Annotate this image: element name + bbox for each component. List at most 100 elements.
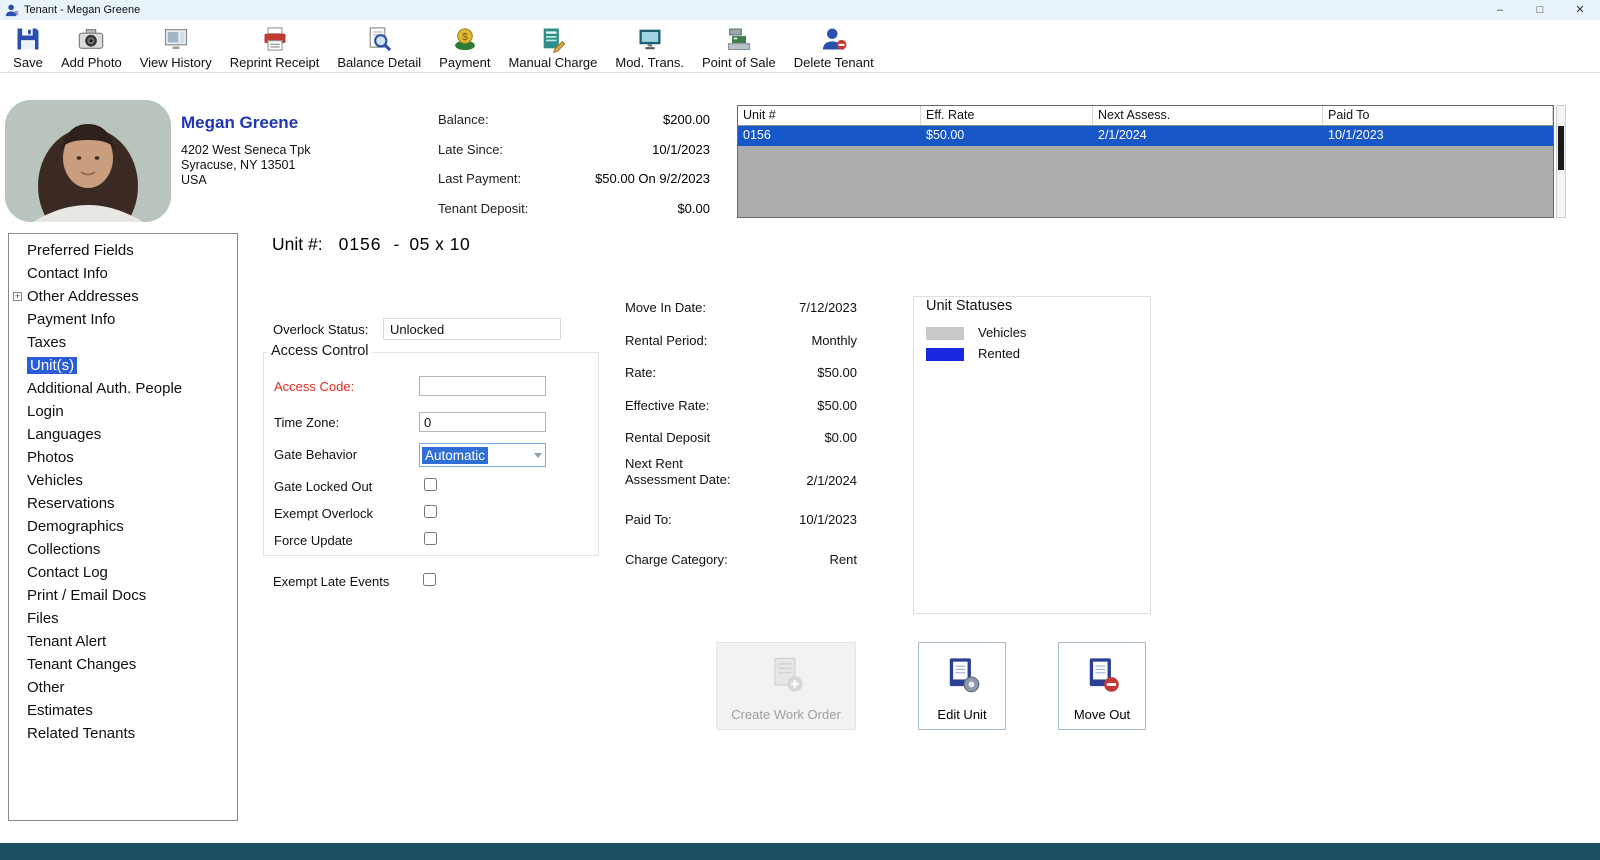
toolbar-save-label: Save	[13, 55, 43, 70]
chevron-down-icon[interactable]	[530, 452, 545, 458]
sidebar-item-vehicles[interactable]: Vehicles	[9, 469, 237, 492]
toolbar-delete-tenant-label: Delete Tenant	[793, 55, 874, 70]
late-since-label: Late Since:	[438, 141, 504, 157]
column-unit-number[interactable]: Unit #	[738, 106, 921, 125]
sidebar-item-demographics[interactable]: Demographics	[9, 515, 237, 538]
sidebar-item-contact-log[interactable]: Contact Log	[9, 561, 237, 584]
sidebar-item-estimates[interactable]: Estimates	[9, 699, 237, 722]
minimize-button[interactable]: –	[1480, 0, 1520, 20]
toolbar-payment[interactable]: $ Payment	[430, 23, 499, 71]
toolbar-save[interactable]: Save	[4, 23, 52, 71]
toolbar-balance-detail[interactable]: Balance Detail	[328, 23, 430, 71]
exempt-late-events-checkbox[interactable]	[423, 573, 436, 586]
cell-eff-rate: $50.00	[926, 128, 965, 142]
toolbar-payment-label: Payment	[439, 55, 491, 70]
unit-table-header: Unit # Eff. Rate Next Assess. Paid To	[738, 106, 1553, 126]
expand-icon[interactable]: +	[13, 292, 22, 301]
sidebar-item-label: Other	[27, 679, 65, 696]
toolbar-reprint-receipt-label: Reprint Receipt	[229, 55, 320, 70]
sidebar-item-files[interactable]: Files	[9, 607, 237, 630]
move-out-icon	[1082, 655, 1122, 698]
toolbar-mod-trans-label: Mod. Trans.	[615, 55, 685, 70]
sidebar-item-label: Estimates	[27, 702, 93, 719]
detail-move-in-date: Move In Date: 7/12/2023	[625, 300, 857, 315]
column-paid-to[interactable]: Paid To	[1323, 106, 1553, 125]
time-zone-label: Time Zone:	[274, 415, 340, 430]
app-icon	[5, 3, 19, 17]
edit-unit-button[interactable]: Edit Unit	[918, 642, 1006, 730]
effective-rate-value: $50.00	[817, 398, 857, 413]
sidebar-item-login[interactable]: Login	[9, 400, 237, 423]
scrollbar-thumb[interactable]	[1558, 126, 1564, 170]
toolbar-manual-charge-label: Manual Charge	[508, 55, 598, 70]
detail-rental-period: Rental Period: Monthly	[625, 333, 857, 348]
reprint-receipt-icon	[260, 24, 290, 54]
gate-behavior-select[interactable]: Automatic	[419, 443, 546, 467]
sidebar-item-print-email-docs[interactable]: Print / Email Docs	[9, 584, 237, 607]
maximize-button[interactable]: □	[1520, 0, 1560, 20]
column-eff-rate[interactable]: Eff. Rate	[921, 106, 1093, 125]
toolbar-reprint-receipt[interactable]: Reprint Receipt	[221, 23, 329, 71]
exempt-overlock-checkbox[interactable]	[424, 505, 437, 518]
sidebar-item-units[interactable]: Unit(s)	[9, 354, 237, 377]
sidebar-item-label: Vehicles	[27, 472, 83, 489]
unit-heading: Unit #: 0156-05 x 10	[272, 234, 470, 255]
sidebar-item-related-tenants[interactable]: Related Tenants	[9, 722, 237, 745]
summary-balance: Balance: $200.00	[438, 112, 710, 142]
sidebar-item-label: Preferred Fields	[27, 242, 134, 259]
tenant-deposit-value: $0.00	[677, 200, 710, 216]
cell-unit-number: 0156	[743, 128, 771, 142]
toolbar-point-of-sale[interactable]: Point of Sale	[693, 23, 785, 71]
gate-behavior-label: Gate Behavior	[274, 447, 358, 462]
window-controls: – □ ✕	[1480, 0, 1600, 20]
sidebar-item-taxes[interactable]: Taxes	[9, 331, 237, 354]
sidebar-item-reservations[interactable]: Reservations	[9, 492, 237, 515]
rental-period-value: Monthly	[811, 333, 857, 348]
toolbar-view-history[interactable]: View History	[131, 23, 221, 71]
sidebar-item-collections[interactable]: Collections	[9, 538, 237, 561]
unit-table-row-selected[interactable]: 0156 $50.00 2/1/2024 10/1/2023	[738, 126, 1553, 146]
sidebar-item-payment-info[interactable]: Payment Info	[9, 308, 237, 331]
sidebar-item-other[interactable]: Other	[9, 676, 237, 699]
summary-last-payment: Last Payment: $50.00 On 9/2/2023	[438, 171, 710, 201]
gate-locked-out-checkbox[interactable]	[424, 478, 437, 491]
sidebar-item-tenant-alert[interactable]: Tenant Alert	[9, 630, 237, 653]
close-button[interactable]: ✕	[1560, 0, 1600, 20]
sidebar-item-label: Taxes	[27, 334, 67, 351]
move-in-date-value: 7/12/2023	[799, 300, 857, 315]
sidebar-item-label: Additional Auth. People	[27, 380, 183, 397]
toolbar-manual-charge[interactable]: Manual Charge	[499, 23, 606, 71]
paid-to-label: Paid To:	[625, 512, 672, 527]
tenant-summary: Balance: $200.00 Late Since: 10/1/2023 L…	[438, 112, 710, 230]
create-work-order-button[interactable]: Create Work Order	[716, 642, 856, 730]
toolbar-delete-tenant[interactable]: Delete Tenant	[785, 23, 883, 71]
sidebar-item-label: Tenant Changes	[27, 656, 137, 673]
last-payment-value: $50.00 On 9/2/2023	[595, 171, 710, 186]
move-out-button[interactable]: Move Out	[1058, 642, 1146, 730]
cell-paid-to: 10/1/2023	[1328, 128, 1384, 142]
move-out-label: Move Out	[1073, 707, 1131, 722]
sidebar-item-photos[interactable]: Photos	[9, 446, 237, 469]
sidebar-item-additional-auth-people[interactable]: Additional Auth. People	[9, 377, 237, 400]
sidebar-item-label: Files	[27, 610, 59, 627]
time-zone-input[interactable]	[419, 412, 546, 432]
sidebar-item-languages[interactable]: Languages	[9, 423, 237, 446]
add-photo-icon	[76, 24, 106, 54]
sidebar-item-label: Collections	[27, 541, 101, 558]
unit-table-scrollbar[interactable]	[1556, 105, 1566, 218]
exempt-late-events-label: Exempt Late Events	[273, 574, 390, 589]
toolbar-mod-trans[interactable]: Mod. Trans.	[606, 23, 693, 71]
sidebar-nav: Preferred Fields Contact Info + Other Add…	[8, 233, 238, 821]
payment-icon: $	[450, 24, 480, 54]
toolbar-add-photo[interactable]: Add Photo	[52, 23, 131, 71]
access-code-input[interactable]	[419, 376, 546, 396]
force-update-checkbox[interactable]	[424, 532, 437, 545]
sidebar-item-other-addresses[interactable]: + Other Addresses	[9, 285, 237, 308]
column-next-assess[interactable]: Next Assess.	[1093, 106, 1323, 125]
move-in-date-label: Move In Date:	[625, 300, 706, 315]
sidebar-item-contact-info[interactable]: Contact Info	[9, 262, 237, 285]
sidebar-item-preferred-fields[interactable]: Preferred Fields	[9, 239, 237, 262]
sidebar-item-tenant-changes[interactable]: Tenant Changes	[9, 653, 237, 676]
rate-label: Rate:	[625, 365, 657, 380]
sidebar-item-label: Tenant Alert	[27, 633, 107, 650]
